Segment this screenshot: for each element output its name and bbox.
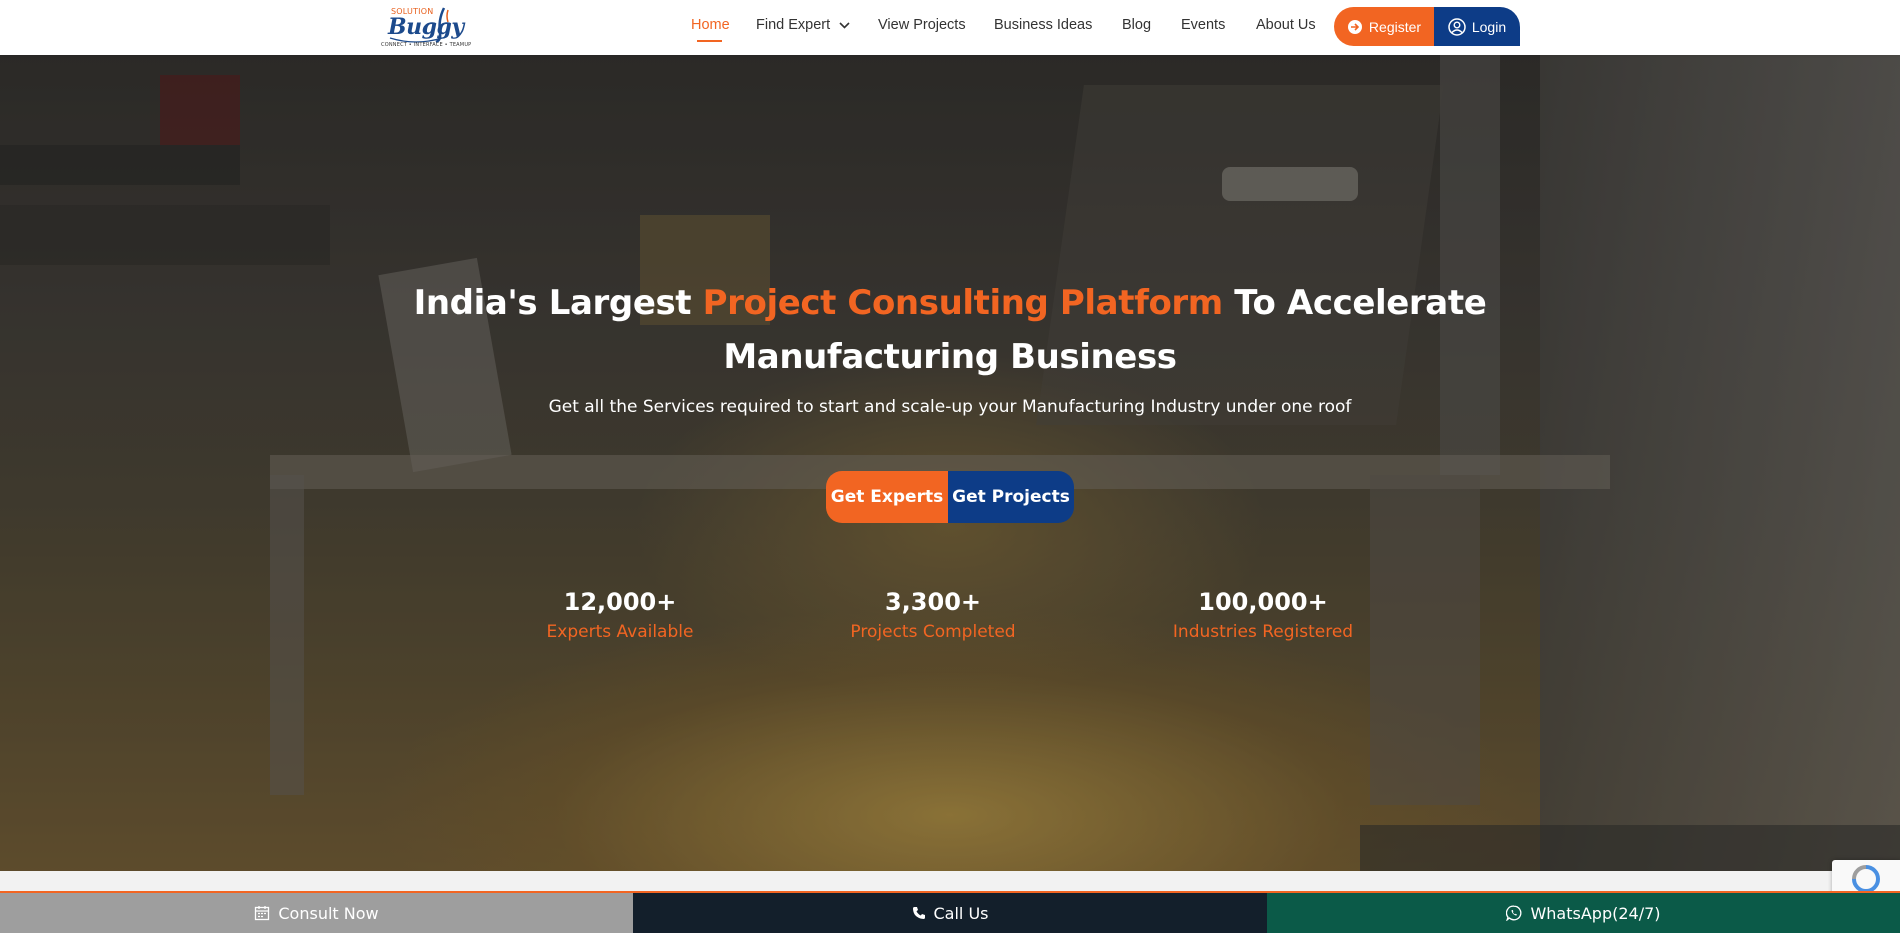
- stat-projects: 3,300+ Projects Completed: [813, 588, 1053, 642]
- consult-now-label: Consult Now: [278, 903, 379, 923]
- stat-projects-label: Projects Completed: [850, 622, 1016, 642]
- logo-main-text: Buggy: [388, 14, 464, 40]
- login-label: Login: [1471, 18, 1507, 35]
- stat-experts: 12,000+ Experts Available: [500, 588, 740, 642]
- login-button[interactable]: Login: [1434, 7, 1520, 46]
- whatsapp-label: WhatsApp(24/7): [1530, 903, 1661, 923]
- whatsapp-button[interactable]: WhatsApp(24/7): [1267, 893, 1900, 933]
- hero-subtitle: Get all the Services required to start a…: [548, 397, 1352, 417]
- nav-business-ideas[interactable]: Business Ideas: [994, 17, 1092, 33]
- solution-buggy-logo[interactable]: SOLUTION Buggy CONNECT • INTERFACE • TEA…: [378, 4, 471, 52]
- hero-title-line2: Manufacturing Business: [723, 337, 1177, 377]
- site-header: SOLUTION Buggy CONNECT • INTERFACE • TEA…: [0, 0, 1900, 55]
- nav-blog[interactable]: Blog: [1122, 17, 1151, 33]
- stat-industries-number: 100,000+: [1198, 588, 1328, 616]
- call-us-label: Call Us: [933, 903, 989, 923]
- phone-icon: [912, 907, 925, 919]
- calendar-icon: [255, 906, 270, 921]
- hero-overlay: [0, 55, 1900, 871]
- stat-industries-label: Industries Registered: [1172, 622, 1354, 642]
- call-us-button[interactable]: Call Us: [633, 893, 1267, 933]
- hero-title-part1: India's Largest: [413, 283, 703, 323]
- hero-title-highlight: Project Consulting Platform: [702, 283, 1224, 323]
- nav-home[interactable]: Home: [691, 17, 730, 33]
- stat-projects-number: 3,300+: [884, 588, 982, 616]
- chevron-down-icon: [839, 22, 850, 29]
- user-circle-icon: [1448, 17, 1466, 36]
- hero-title-part2: To Accelerate: [1222, 283, 1487, 323]
- register-button[interactable]: Register: [1334, 7, 1434, 46]
- stat-industries: 100,000+ Industries Registered: [1143, 588, 1383, 642]
- nav-find-expert-label: Find Expert: [756, 17, 831, 33]
- nav-active-underline: [697, 40, 722, 42]
- hero-title-line1: India's Largest Project Consulting Platf…: [0, 283, 1900, 323]
- arrow-right-circle-icon: [1347, 19, 1362, 34]
- hero-section: India's Largest Project Consulting Platf…: [0, 55, 1900, 871]
- logo-tagline: CONNECT • INTERFACE • TEAMUP: [381, 42, 472, 48]
- nav-find-expert[interactable]: Find Expert: [756, 17, 850, 33]
- section-gap: [0, 871, 1900, 891]
- stat-experts-label: Experts Available: [546, 622, 694, 642]
- get-experts-button[interactable]: Get Experts: [826, 471, 948, 523]
- get-projects-button[interactable]: Get Projects: [948, 471, 1074, 523]
- bottom-action-bar: Consult Now Call Us WhatsApp(24/7): [0, 893, 1900, 933]
- whatsapp-icon: [1506, 905, 1522, 921]
- register-label: Register: [1368, 18, 1422, 35]
- consult-now-button[interactable]: Consult Now: [0, 893, 633, 933]
- nav-view-projects[interactable]: View Projects: [878, 17, 966, 33]
- nav-about-us[interactable]: About Us: [1256, 17, 1316, 33]
- stat-experts-number: 12,000+: [563, 588, 677, 616]
- nav-events[interactable]: Events: [1181, 17, 1225, 33]
